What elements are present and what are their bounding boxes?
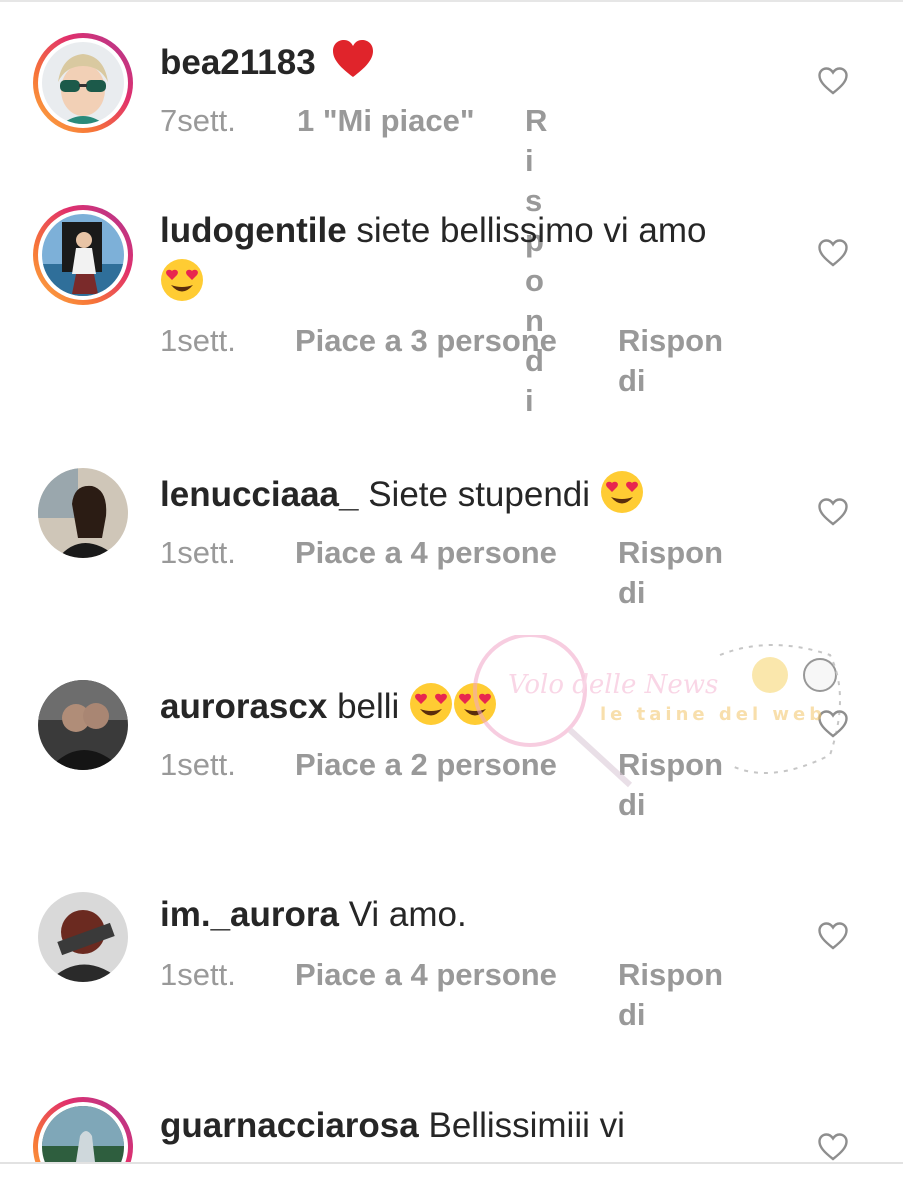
comment-username[interactable]: guarnacciarosa (160, 1106, 419, 1145)
watermark: Volo delle News le taine del web (470, 633, 850, 795)
avatar[interactable] (33, 1097, 133, 1162)
watermark-side-text: le taine del web (600, 704, 826, 725)
comment-item: guarnacciarosa Bellissimiii vi (0, 0, 903, 1162)
comment-text: Bellissimiii vi (428, 1106, 625, 1145)
watermark-text: Volo delle News (508, 670, 718, 700)
like-heart-icon[interactable] (818, 1133, 848, 1161)
bottom-divider (0, 1162, 903, 1164)
